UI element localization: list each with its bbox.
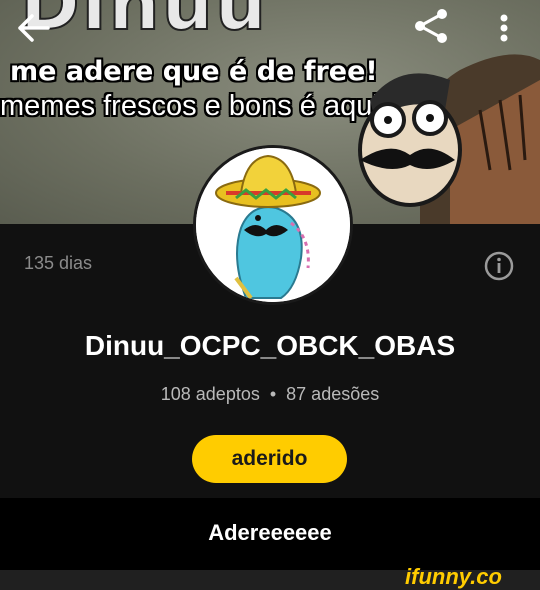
ifunny-watermark: ifunny.co (405, 564, 502, 589)
profile-avatar[interactable] (193, 145, 353, 305)
cover-caption-line1: me adere que é de free! (10, 56, 378, 87)
cartoon-character-image (358, 54, 540, 224)
avatar-dinosaur-image (196, 148, 350, 302)
stats-separator: • (269, 384, 277, 404)
more-vertical-icon[interactable] (490, 8, 518, 48)
profile-bio: Adereeeeee (208, 520, 332, 545)
membership-days: 135 dias (24, 253, 93, 273)
profile-stats: 108 adeptos • 87 adesões (0, 384, 540, 405)
followers-count[interactable]: 108 adeptos (161, 384, 260, 404)
back-arrow-icon[interactable] (14, 8, 54, 48)
joins-count[interactable]: 87 adesões (286, 384, 379, 404)
cover-title-art: Dinuu (19, 0, 269, 47)
cover-caption-line2: memes frescos e bons é aqui (0, 90, 379, 122)
joined-button[interactable]: aderido (192, 435, 347, 483)
share-icon[interactable] (410, 6, 454, 46)
info-icon[interactable] (483, 250, 515, 282)
profile-username: Dinuu_OCPC_OBCK_OBAS (84, 330, 456, 361)
